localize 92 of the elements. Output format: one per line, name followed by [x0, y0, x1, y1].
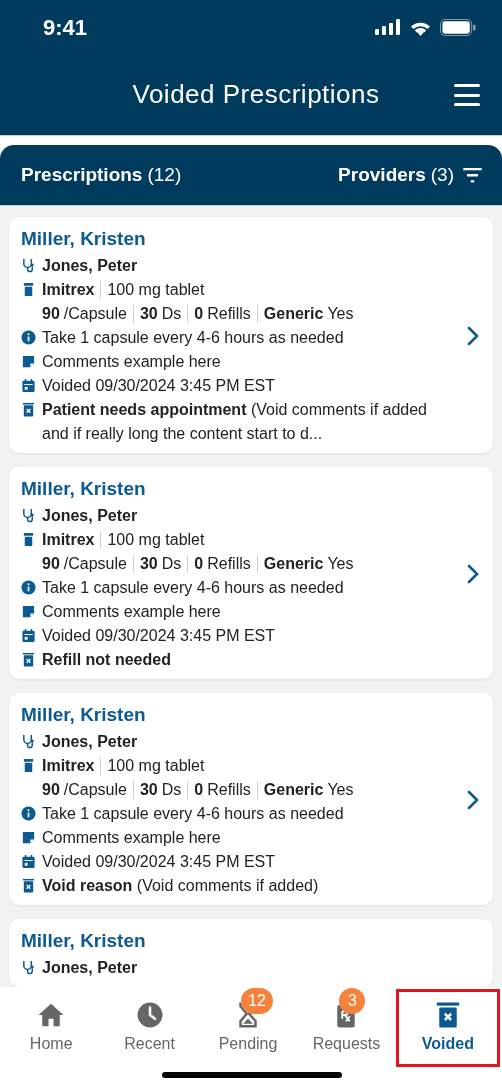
trash-icon — [21, 878, 36, 893]
generic-value: Yes — [327, 780, 354, 800]
voided-date: Voided 09/30/2024 3:45 PM EST — [42, 376, 276, 396]
provider-name: Jones, Peter — [42, 732, 138, 752]
provider-name: Jones, Peter — [42, 506, 138, 526]
trash-icon — [21, 652, 36, 667]
quantity-unit: /Capsule — [63, 780, 127, 800]
prescription-card[interactable]: Miller, Kristen Jones, Peter — [9, 919, 493, 987]
days-label: Ds — [161, 780, 182, 800]
void-reason: Refill not needed — [42, 650, 172, 670]
patient-name: Miller, Kristen — [21, 703, 147, 727]
generic-label: Generic — [263, 304, 324, 324]
signal-icon — [375, 19, 401, 35]
provider-name: Jones, Peter — [42, 958, 138, 978]
chevron-right-icon — [467, 564, 479, 584]
info-icon — [21, 806, 36, 821]
quantity-value: 90 — [42, 304, 60, 324]
patient-name: Miller, Kristen — [21, 227, 147, 251]
menu-button[interactable] — [454, 84, 480, 106]
count-badge: 3 — [339, 988, 366, 1014]
tab-bar-item[interactable]: Voided — [395, 989, 501, 1067]
days-value: 30 — [139, 554, 158, 574]
calendar-icon — [21, 628, 36, 643]
void-reason: Void reason (Void comments if added) — [42, 876, 320, 896]
drug-name: Imitrex — [42, 530, 95, 550]
generic-label: Generic — [263, 780, 324, 800]
drug-strength: 100 mg tablet — [107, 756, 205, 776]
refills-label: Refills — [207, 554, 251, 574]
pill-bottle-icon — [21, 532, 36, 547]
quantity-unit: /Capsule — [63, 554, 127, 574]
chevron-right-icon — [467, 326, 479, 346]
quantity-value: 90 — [42, 780, 60, 800]
trash-icon — [21, 402, 36, 417]
pill-bottle-icon — [21, 282, 36, 297]
chevron-right-icon — [467, 790, 479, 810]
note-icon — [21, 830, 36, 845]
tab-bar-item[interactable]: Recent — [100, 989, 199, 1067]
generic-value: Yes — [327, 554, 354, 574]
refills-value: 0 — [194, 304, 204, 324]
info-icon — [21, 580, 36, 595]
stethoscope-icon — [21, 960, 36, 975]
instructions-text: Take 1 capsule every 4-6 hours as needed — [42, 804, 344, 824]
voided-date: Voided 09/30/2024 3:45 PM EST — [42, 626, 276, 646]
patient-name: Miller, Kristen — [21, 929, 147, 953]
comment-text: Comments example here — [42, 602, 221, 622]
calendar-icon — [21, 854, 36, 869]
drug-strength: 100 mg tablet — [107, 280, 205, 300]
comment-text: Comments example here — [42, 828, 221, 848]
screen-title: Voided Prescriptions — [132, 78, 380, 111]
tab-bar-item[interactable]: Home — [2, 989, 101, 1067]
days-label: Ds — [161, 304, 182, 324]
drug-name: Imitrex — [42, 280, 95, 300]
list-count: (12) — [147, 162, 182, 187]
days-value: 30 — [139, 780, 158, 800]
quantity-unit: /Capsule — [63, 304, 127, 324]
drug-strength: 100 mg tablet — [107, 530, 205, 550]
stethoscope-icon — [21, 734, 36, 749]
void-reason: Patient needs appointment (Void comments if added and if really long the content start to d... — [42, 400, 428, 444]
pill-bottle-icon — [21, 758, 36, 773]
prescription-card[interactable] — [9, 693, 493, 905]
prescription-card[interactable] — [9, 467, 493, 679]
days-label: Ds — [161, 554, 182, 574]
prescription-card[interactable] — [9, 217, 493, 453]
tab-bar-item[interactable]: 3 Requests — [297, 989, 396, 1067]
list-title: Prescriptions — [21, 162, 143, 187]
battery-icon — [440, 18, 476, 36]
instructions-text: Take 1 capsule every 4-6 hours as needed — [42, 328, 344, 348]
refills-label: Refills — [207, 780, 251, 800]
patient-name: Miller, Kristen — [21, 477, 147, 501]
provider-name: Jones, Peter — [42, 256, 138, 276]
drug-name: Imitrex — [42, 756, 95, 776]
voided-date: Voided 09/30/2024 3:45 PM EST — [42, 852, 276, 872]
comment-text: Comments example here — [42, 352, 221, 372]
providers-filter-button[interactable]: Providers (3) — [338, 160, 482, 190]
info-icon — [21, 330, 36, 345]
status-time: 9:41 — [43, 13, 88, 42]
stethoscope-icon — [21, 508, 36, 523]
instructions-text: Take 1 capsule every 4-6 hours as needed — [42, 578, 344, 598]
days-value: 30 — [139, 304, 158, 324]
filter-icon — [463, 167, 482, 183]
refills-value: 0 — [194, 554, 204, 574]
refills-value: 0 — [194, 780, 204, 800]
generic-label: Generic — [263, 554, 324, 574]
quantity-value: 90 — [42, 554, 60, 574]
tab-bar-item[interactable]: 12 Pending — [198, 989, 298, 1067]
generic-value: Yes — [327, 304, 354, 324]
note-icon — [21, 354, 36, 369]
refills-label: Refills — [207, 304, 251, 324]
calendar-icon — [21, 378, 36, 393]
count-badge: 12 — [241, 988, 273, 1014]
note-icon — [21, 604, 36, 619]
stethoscope-icon — [21, 258, 36, 273]
